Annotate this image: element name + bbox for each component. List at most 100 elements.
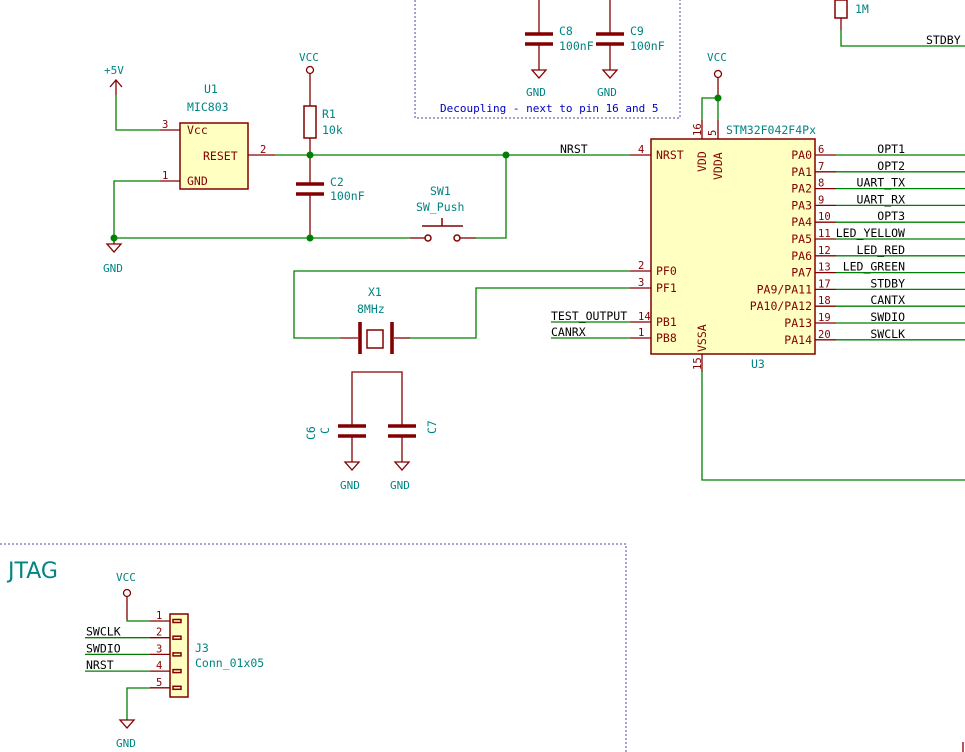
u3-right-pin-name: PA14	[784, 333, 812, 347]
u3-right-pin-num: 17	[818, 278, 831, 290]
u3-right-net-label: SWDIO	[870, 310, 905, 324]
u3-pin-vdda: VDDA	[711, 152, 725, 180]
plus5v-label: +5V	[104, 64, 124, 77]
power-plus5v	[109, 79, 123, 95]
x1-ref: X1	[368, 285, 382, 299]
u3-right-net-label: LED_YELLOW	[836, 226, 905, 240]
vcc-label-u3: VCC	[707, 51, 727, 64]
vdd-wire	[701, 97, 718, 120]
vcc-label-jtag: VCC	[116, 571, 136, 584]
u3-right-pin-name: PA6	[791, 249, 812, 263]
cap-c6[interactable]	[338, 405, 366, 471]
u3-pin-num-16: 16	[692, 123, 704, 136]
u3-right-pin-num: 7	[818, 161, 824, 173]
u3-left-pin-name: PB1	[656, 315, 677, 329]
j3-value: Conn_01x05	[195, 656, 264, 670]
c9-value: 100nF	[630, 39, 665, 53]
jtag-gnd-wire	[126, 687, 150, 720]
sw1-wire	[476, 155, 507, 239]
c8-gnd-label: GND	[526, 86, 546, 99]
c8-ref: C8	[559, 24, 573, 38]
u1-pin-gnd: GND	[187, 174, 208, 188]
u1-pin-vcc: Vcc	[187, 123, 208, 137]
jtag-title: JTAG	[6, 559, 58, 584]
sw1-ref: SW1	[430, 184, 451, 198]
j3-pin-num: 3	[156, 643, 162, 655]
j3-net-label: SWCLK	[86, 625, 121, 639]
j3-net-label: NRST	[86, 658, 114, 672]
cap-c8[interactable]	[525, 0, 553, 79]
j3-ref: J3	[195, 641, 209, 655]
u3-left-pin-name: PF1	[656, 281, 677, 295]
c2-ref: C2	[330, 175, 344, 189]
u3-right-pin-name: PA7	[791, 266, 812, 280]
net-label-canrx: CANRX	[551, 325, 586, 339]
u3-left-pin-num: 2	[638, 260, 644, 272]
u3-right-pin-num: 11	[818, 228, 831, 240]
r1-value: 10k	[322, 123, 343, 137]
u3-left-pin-num: 1	[638, 327, 644, 339]
u3-pin-num-5: 5	[707, 130, 719, 136]
decoupling-frame	[414, 0, 681, 119]
u1-ref: U1	[204, 82, 218, 96]
u3-left-pin-name: PF0	[656, 264, 677, 278]
cap-c2[interactable]	[296, 155, 324, 238]
c7-ref: C7	[425, 420, 439, 434]
j3-pin-num: 1	[156, 610, 162, 622]
u1-pin-num-1: 1	[162, 170, 168, 182]
plus5v-wire	[115, 95, 160, 131]
u3-right-net-label: UART_TX	[857, 176, 906, 190]
u3-right-net-label: CANTX	[870, 293, 905, 307]
resistor-r1[interactable]	[303, 94, 317, 155]
gnd-label-main: GND	[103, 262, 123, 275]
u3-right-net-label: OPT2	[877, 159, 905, 173]
j3-net-label: SWDIO	[86, 641, 121, 655]
u3-right-net-label: STDBY	[870, 276, 905, 290]
u3-right-pin-num: 19	[818, 312, 831, 324]
u3-pin-num-15: 15	[692, 357, 704, 370]
u3-right-net-label: LED_GREEN	[843, 260, 905, 274]
u3-right-pin-num: 20	[818, 329, 831, 341]
c6-ref: C6	[304, 426, 318, 440]
u3-value: STM32F042F4Px	[726, 123, 816, 137]
j3-pin-num: 4	[156, 660, 162, 672]
u3-right-pin-num: 10	[818, 211, 831, 223]
switch-sw1[interactable]	[410, 218, 476, 242]
gnd-label-jtag: GND	[116, 737, 136, 750]
crystal-x1[interactable]	[340, 322, 410, 354]
cap-c9[interactable]	[596, 0, 624, 79]
u3-left-pin-num: 14	[638, 311, 651, 323]
junction-nrst-r1	[306, 151, 314, 159]
u3-right-pin-name: PA10/PA12	[750, 299, 812, 313]
c8-value: 100nF	[559, 39, 594, 53]
j3-pin-num: 5	[156, 677, 162, 689]
resistor-1m-value: 1M	[855, 2, 869, 16]
jtag-vcc-wire	[126, 620, 150, 622]
u3-pin-vssa: VSSA	[695, 324, 709, 352]
junction-gnd-main	[110, 234, 118, 242]
cap-c7[interactable]	[388, 405, 416, 471]
u3-right-pin-name: PA2	[791, 182, 812, 196]
resistor-1m[interactable]	[834, 0, 848, 30]
c6-gnd-label: GND	[340, 479, 360, 492]
u3-right-pin-num: 9	[818, 194, 824, 206]
c2-value: 100nF	[330, 189, 365, 203]
junction-gnd-c2	[306, 234, 314, 242]
schematic-canvas: Decoupling - next to pin 16 and 5 JTAG C…	[0, 0, 965, 752]
u3-right-pin-num: 6	[818, 144, 824, 156]
u1-value: MIC803	[187, 100, 229, 114]
u3-right-pin-name: PA0	[791, 148, 812, 162]
u1-pin-num-2: 2	[260, 144, 266, 156]
junction-vdd	[714, 94, 722, 102]
u3-right-net-label: LED_RED	[857, 243, 906, 257]
sw1-value: SW_Push	[416, 200, 464, 214]
u3-right-pin-num: 12	[818, 245, 831, 257]
u3-right-pin-name: PA5	[791, 232, 812, 246]
x1-value: 8MHz	[357, 302, 385, 316]
u3-left-pin-name: NRST	[656, 148, 684, 162]
decoupling-note: Decoupling - next to pin 16 and 5	[440, 102, 659, 115]
u3-left-pin-num: 4	[638, 144, 644, 156]
u3-right-net-label: UART_RX	[857, 192, 906, 206]
net-label-test-output: TEST_OUTPUT	[551, 309, 627, 323]
u3-right-net-label: SWCLK	[870, 327, 905, 341]
